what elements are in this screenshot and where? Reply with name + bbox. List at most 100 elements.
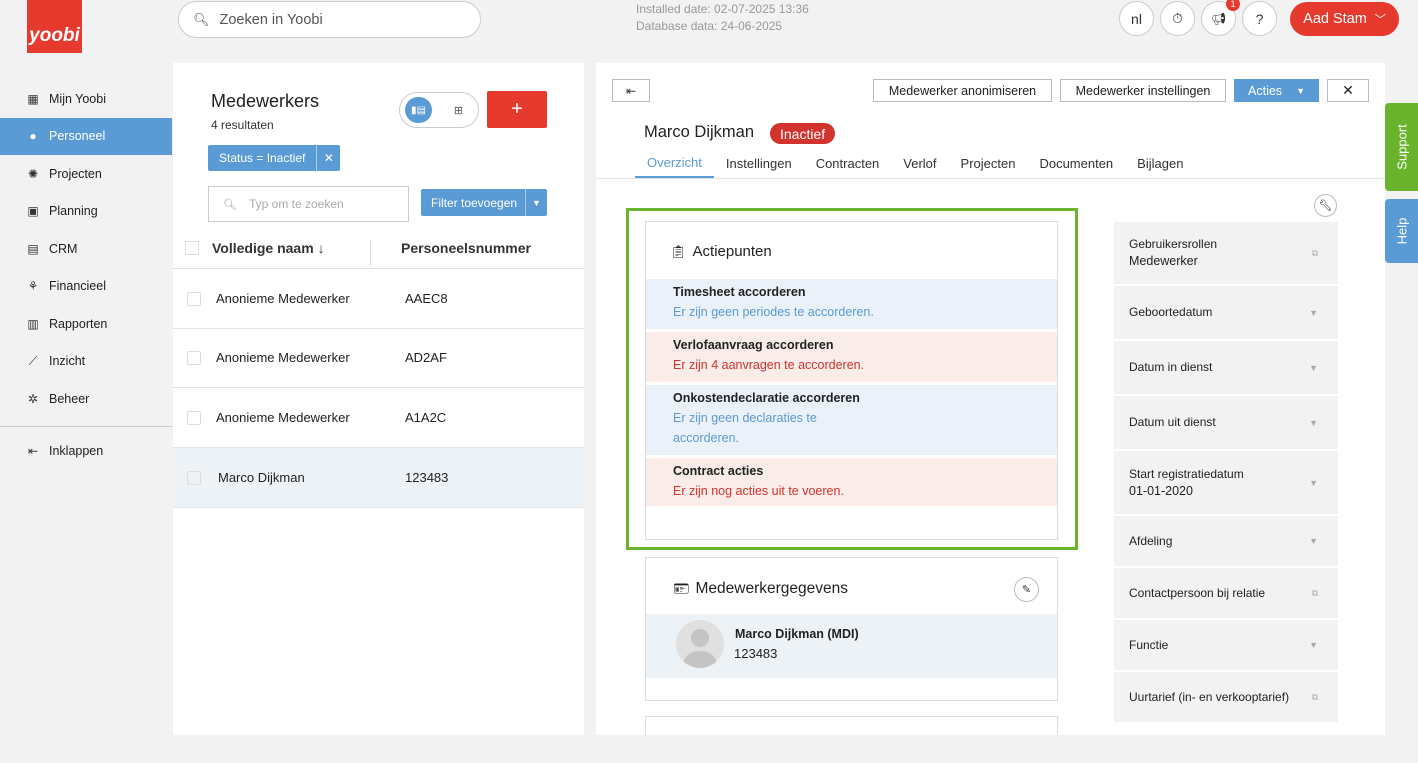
column-header-number[interactable]: Personeelsnummer [401, 240, 531, 256]
settings-icon: ✲ [27, 391, 39, 406]
split-view-icon: ▮▤ [411, 104, 426, 116]
sidebar-item-personeel[interactable]: ● Personeel [0, 117, 172, 155]
search-icon: 🔍︎ [223, 198, 237, 211]
customize-button[interactable]: 🔧︎ [1314, 194, 1337, 217]
tab-projecten[interactable]: Projecten [949, 148, 1028, 178]
yoobi-logo[interactable]: yoobi [27, 0, 82, 53]
user-menu-button[interactable]: Aad Stam ﹀ [1290, 2, 1399, 36]
sidebar-item-label: CRM [49, 241, 78, 256]
employee-number: 123483 [405, 470, 449, 485]
edit-button[interactable]: ✎ [1014, 577, 1039, 602]
employee-settings-button[interactable]: Medewerker instellingen [1060, 79, 1226, 102]
copy-icon[interactable]: ⧉ [1312, 692, 1318, 703]
sidebar-item-mijn-yoobi[interactable]: ▦ Mijn Yoobi [0, 80, 172, 118]
tab-documenten[interactable]: Documenten [1027, 148, 1125, 178]
add-filter-button[interactable]: Filter toevoegen ▼ [421, 189, 547, 216]
filter-chip-label: Status = Inactief [219, 151, 306, 165]
side-field-label: Functie [1129, 637, 1169, 652]
sidebar-item-beheer[interactable]: ✲ Beheer [0, 380, 172, 418]
wrench-icon: 🔧︎ [1318, 200, 1333, 212]
tab-verlof[interactable]: Verlof [891, 148, 948, 178]
row-checkbox[interactable] [187, 410, 201, 425]
side-field-department[interactable]: Afdeling ▼ [1114, 516, 1338, 568]
search-icon: 🔍︎ [193, 11, 210, 27]
timer-button[interactable]: ⏱ [1160, 1, 1195, 36]
table-view-icon: ⊞ [453, 104, 464, 117]
side-field-label: Afdeling [1129, 533, 1173, 548]
side-field-label: Geboortedatum [1129, 305, 1213, 319]
language-button[interactable]: nl [1119, 1, 1154, 36]
column-header-name[interactable]: Volledige naam ↓ [212, 240, 325, 256]
caret-down-icon[interactable]: ▼ [525, 189, 547, 216]
action-point-expenses[interactable]: Onkostendeclaratie accorderen Er zijn ge… [646, 385, 1057, 455]
help-button[interactable]: ? [1242, 1, 1277, 36]
copy-icon[interactable]: ⧉ [1312, 248, 1318, 259]
side-field-end-date[interactable]: Datum uit dienst ▼ [1114, 396, 1338, 451]
support-tab[interactable]: Support [1385, 103, 1418, 191]
table-view-toggle[interactable]: ⊞ [445, 97, 472, 123]
sidebar-item-label: Rapporten [49, 316, 108, 331]
table-row[interactable]: Anonieme Medewerker AD2AF [173, 328, 584, 388]
action-point-leave[interactable]: Verlofaanvraag accorderen Er zijn 4 aanv… [646, 332, 1057, 382]
tab-contracten[interactable]: Contracten [804, 148, 892, 178]
sidebar-collapse[interactable]: ⇤ Inklappen [0, 433, 172, 471]
action-point-timesheet[interactable]: Timesheet accorderen Er zijn geen period… [646, 279, 1057, 329]
sidebar-item-label: Inzicht [49, 354, 86, 369]
tab-instellingen[interactable]: Instellingen [714, 148, 804, 178]
global-search-input[interactable]: 🔍︎ Zoeken in Yoobi [178, 1, 481, 38]
close-button[interactable]: ✕ [1327, 79, 1369, 102]
side-field-registration-start[interactable]: Start registratiedatum 01-01-2020 ▼ [1114, 451, 1338, 516]
caret-down-icon[interactable]: ▼ [1309, 418, 1318, 428]
caret-down-icon[interactable]: ▼ [1309, 363, 1318, 373]
action-point-desc: Er zijn geen periodes te accorderen. [673, 305, 874, 319]
side-field-contact-person[interactable]: Contactpersoon bij relatie ⧉ [1114, 568, 1338, 620]
remove-filter-icon[interactable]: ✕ [316, 145, 340, 171]
row-checkbox[interactable] [187, 291, 201, 306]
pencil-icon: ✎ [1021, 584, 1032, 596]
list-title: Medewerkers [211, 91, 320, 111]
table-row-selected[interactable]: Marco Dijkman 123483 [173, 448, 584, 508]
split-view-toggle[interactable]: ▮▤ [405, 97, 432, 123]
employee-name: Marco Dijkman [218, 470, 305, 485]
caret-down-icon: ▼ [1296, 85, 1305, 96]
caret-down-icon[interactable]: ▼ [1309, 478, 1318, 488]
action-point-contract[interactable]: Contract acties Er zijn nog acties uit t… [646, 458, 1057, 506]
sidebar-item-label: Personeel [49, 129, 106, 144]
megaphone-icon: 📢︎ [1210, 11, 1227, 26]
row-checkbox[interactable] [187, 470, 201, 485]
side-field-start-date[interactable]: Datum in dienst ▼ [1114, 341, 1338, 396]
detail-tabs: Overzicht Instellingen Contracten Verlof… [635, 148, 1195, 178]
tab-overzicht[interactable]: Overzicht [635, 148, 714, 178]
sidebar-item-financieel[interactable]: ⚘ Financieel [0, 268, 172, 306]
side-field-hourly-rate[interactable]: Uurtarief (in- en verkooptarief) ⧉ [1114, 672, 1338, 724]
anonymize-employee-button[interactable]: Medewerker anonimiseren [873, 79, 1052, 102]
employee-data-title: 🪪︎ Medewerkergegevens [673, 580, 848, 598]
sidebar-item-crm[interactable]: ▤ CRM [0, 230, 172, 268]
sidebar-item-planning[interactable]: ▣ Planning [0, 193, 172, 231]
sidebar-item-projecten[interactable]: ✺ Projecten [0, 155, 172, 193]
side-field-birthdate[interactable]: Geboortedatum ▼ [1114, 286, 1338, 341]
tab-bijlagen[interactable]: Bijlagen [1125, 148, 1195, 178]
sidebar-item-label: Planning [49, 204, 98, 219]
select-all-checkbox[interactable] [185, 241, 199, 255]
actions-dropdown-button[interactable]: Acties ▼ [1234, 79, 1319, 102]
sidebar-divider [0, 425, 172, 427]
caret-down-icon[interactable]: ▼ [1309, 308, 1318, 318]
caret-down-icon[interactable]: ▼ [1309, 640, 1318, 650]
copy-icon[interactable]: ⧉ [1312, 588, 1318, 599]
row-checkbox[interactable] [187, 350, 201, 365]
side-field-roles[interactable]: Gebruikersrollen Medewerker ⧉ [1114, 222, 1338, 286]
employee-display-name: Marco Dijkman (MDI) [735, 627, 859, 641]
sidebar-item-rapporten[interactable]: ▥ Rapporten [0, 305, 172, 343]
back-button[interactable]: ⇤ [612, 79, 650, 102]
caret-down-icon[interactable]: ▼ [1309, 536, 1318, 546]
add-employee-button[interactable]: + [487, 91, 547, 128]
help-tab[interactable]: Help [1385, 199, 1418, 263]
sidebar-item-inzicht[interactable]: ⟋ Inzicht [0, 343, 172, 381]
table-row[interactable]: Anonieme Medewerker A1A2C [173, 388, 584, 448]
table-row[interactable]: Anonieme Medewerker AAEC8 [173, 269, 584, 329]
employee-number: AD2AF [405, 350, 447, 365]
list-search-input[interactable]: 🔍︎ Typ om te zoeken [208, 186, 409, 222]
next-card [645, 716, 1058, 735]
side-field-function[interactable]: Functie ▼ [1114, 620, 1338, 672]
